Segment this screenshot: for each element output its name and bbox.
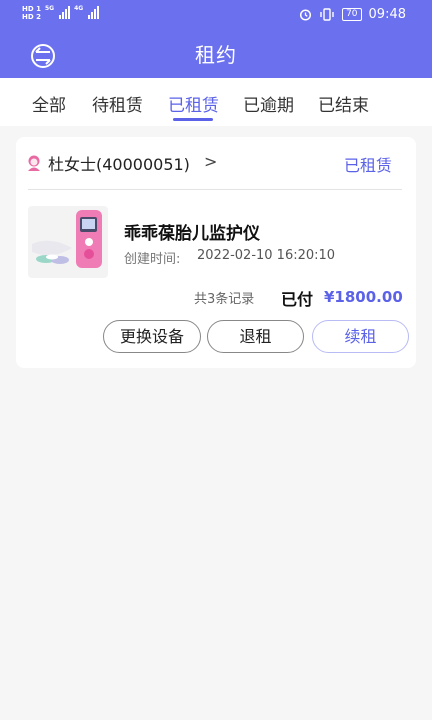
status-time: 09:48 — [368, 7, 406, 22]
record-count: 共3条记录 — [194, 292, 255, 307]
tab-overdue[interactable]: 已逾期 — [243, 91, 294, 116]
vibrate-icon — [320, 8, 334, 21]
app-header: HD 1 HD 2 5G 4G 70 09:48 租约 — [0, 0, 432, 78]
page-title: 租约 — [195, 43, 237, 67]
chevron-right-icon[interactable]: > — [204, 152, 217, 171]
user-avatar-icon — [28, 155, 40, 171]
status-tabs: 全部 待租赁 已租赁 已逾期 已结束 — [0, 78, 432, 126]
paid-label: 已付 — [281, 290, 314, 309]
tab-all[interactable]: 全部 — [32, 91, 66, 116]
tab-pending[interactable]: 待租赁 — [92, 91, 143, 116]
signal-bars-icon-2 — [88, 5, 100, 19]
network-type-1: 5G — [44, 5, 55, 12]
fetal-monitor-image — [32, 210, 102, 268]
created-time-value: 2022-02-10 16:20:10 — [197, 248, 336, 263]
product-name[interactable]: 乖乖葆胎儿监护仪 — [124, 219, 260, 244]
return-rental-button[interactable]: 退租 — [207, 320, 304, 353]
title-row: 租约 — [0, 30, 432, 78]
paid-amount: ¥1800.00 — [324, 288, 403, 306]
product-image[interactable] — [28, 206, 108, 278]
signal-indicators: HD 1 HD 2 5G 4G — [22, 5, 100, 21]
battery-icon: 70 — [342, 8, 362, 21]
hd1-label: HD 1 — [22, 5, 41, 13]
status-bar: HD 1 HD 2 5G 4G 70 09:48 — [0, 0, 432, 30]
alarm-icon — [300, 9, 312, 21]
hd-labels: HD 1 HD 2 — [22, 5, 41, 21]
order-status: 已租赁 — [343, 156, 392, 175]
tab-rented[interactable]: 已租赁 — [168, 91, 219, 116]
customer-name[interactable]: 杜女士(40000051) — [48, 151, 190, 175]
renew-rental-button[interactable]: 续租 — [312, 320, 409, 353]
signal-bars-icon — [59, 5, 71, 19]
created-time-label: 创建时间: — [124, 252, 181, 267]
tab-finished[interactable]: 已结束 — [318, 91, 369, 116]
order-card[interactable]: 杜女士(40000051) > 已租赁 乖乖葆胎儿监护仪 创建时间: 2022-… — [16, 137, 416, 368]
replace-device-button[interactable]: 更换设备 — [103, 320, 201, 353]
divider — [28, 189, 402, 190]
hd2-label: HD 2 — [22, 13, 41, 21]
status-right: 70 09:48 — [299, 7, 406, 22]
active-tab-indicator — [173, 118, 213, 121]
network-type-2: 4G — [74, 5, 84, 12]
